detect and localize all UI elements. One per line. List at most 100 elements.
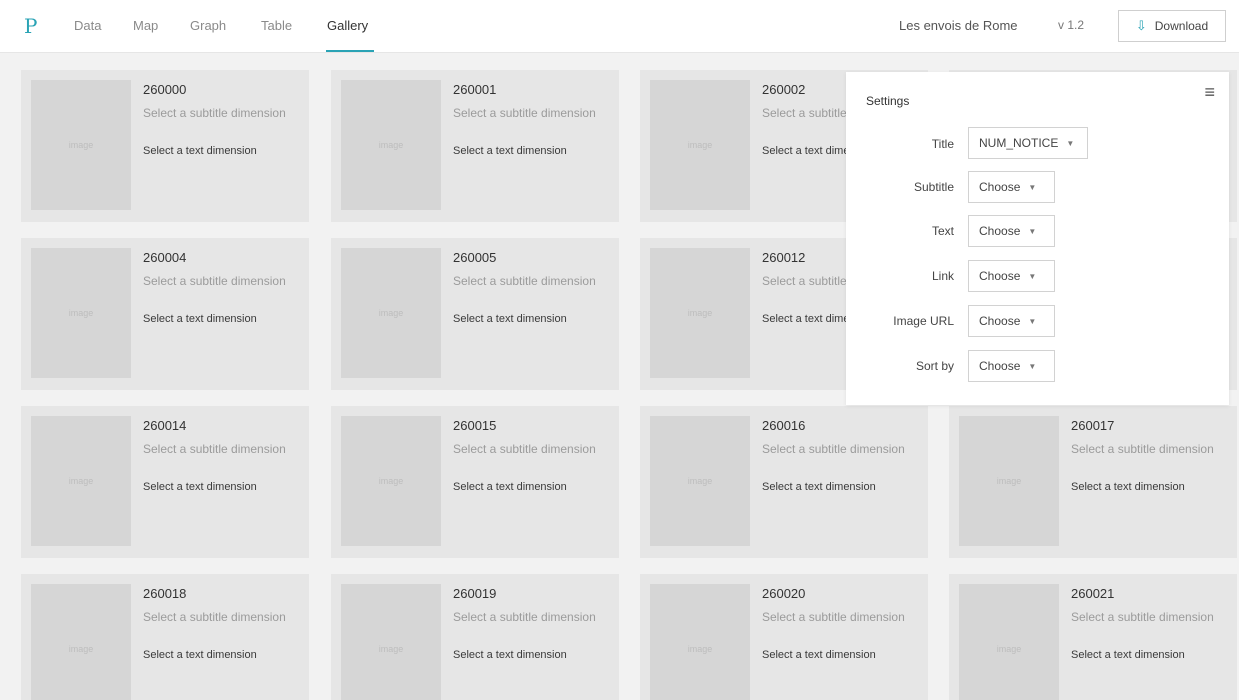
tab-data[interactable]: Data <box>74 18 101 33</box>
gallery-card[interactable]: image 260004 Select a subtitle dimension Se… <box>21 238 309 390</box>
card-title: 260014 <box>143 418 187 433</box>
text-select[interactable]: Choose ▼ <box>968 215 1055 247</box>
card-text: Select a text dimension <box>143 313 257 325</box>
card-subtitle: Select a subtitle dimension <box>1071 442 1214 456</box>
card-text: Select a text dimension <box>453 313 567 325</box>
card-text: Select a text dimension <box>143 649 257 661</box>
card-title: 260012 <box>762 250 806 265</box>
card-image-placeholder: image <box>959 584 1059 700</box>
download-label: Download <box>1154 19 1209 33</box>
card-image-placeholder: image <box>341 584 441 700</box>
card-text: Select a text dimension <box>453 649 567 661</box>
download-icon: ⇩ <box>1135 18 1147 33</box>
card-image-placeholder: image <box>650 584 750 700</box>
card-subtitle: Select a subtitle dimension <box>143 610 286 624</box>
card-image-placeholder: image <box>959 416 1059 546</box>
title-select-value: NUM_NOTICE <box>979 136 1059 150</box>
chevron-down-icon: ▼ <box>1028 316 1037 326</box>
gallery-card[interactable]: image 260001 Select a subtitle dimension Se… <box>331 70 619 222</box>
card-title: 260001 <box>453 82 497 97</box>
link-select[interactable]: Choose ▼ <box>968 260 1055 292</box>
card-image-placeholder: image <box>31 416 131 546</box>
card-image-placeholder: image <box>31 80 131 210</box>
card-title: 260005 <box>453 250 497 265</box>
chevron-down-icon: ▼ <box>1028 226 1037 236</box>
card-subtitle: Select a subtitle dimension <box>453 442 596 456</box>
card-title: 260019 <box>453 586 497 601</box>
card-text: Select a text dimension <box>143 481 257 493</box>
gallery-card[interactable]: image 260020 Select a subtitle dimension Se… <box>640 574 928 700</box>
card-subtitle: Select a subtitle dimension <box>143 106 286 120</box>
card-subtitle: Select a subtitle dimension <box>453 274 596 288</box>
text-setting-label: Text <box>931 224 954 238</box>
gallery-card[interactable]: image 260014 Select a subtitle dimension Se… <box>21 406 309 558</box>
card-subtitle: Select a subtitle dimension <box>143 442 286 456</box>
tab-graph[interactable]: Graph <box>190 18 226 33</box>
top-nav-bar: P Data Map Graph Table Gallery Les envoi… <box>0 0 1239 53</box>
card-image-placeholder: image <box>341 80 441 210</box>
link-select-value: Choose <box>979 269 1021 283</box>
subtitle-select-value: Choose <box>979 180 1021 194</box>
card-title: 260021 <box>1071 586 1115 601</box>
settings-title: Settings <box>866 94 910 108</box>
gallery-card[interactable]: image 260018 Select a subtitle dimension Se… <box>21 574 309 700</box>
card-text: Select a text dimension <box>453 481 567 493</box>
app-logo[interactable]: P <box>24 14 37 38</box>
card-title: 260000 <box>143 82 187 97</box>
gallery-card[interactable]: image 260016 Select a subtitle dimension Se… <box>640 406 928 558</box>
link-setting-label: Link <box>931 269 954 283</box>
card-text: Select a text dimension <box>762 481 876 493</box>
hamburger-menu-icon[interactable]: ≡ <box>1204 82 1215 103</box>
card-image-placeholder: image <box>31 248 131 378</box>
card-title: 260004 <box>143 250 187 265</box>
title-select[interactable]: NUM_NOTICE ▼ <box>968 127 1088 159</box>
active-tab-indicator <box>326 50 374 52</box>
project-name: Les envois de Rome <box>899 18 1018 33</box>
sort-by-select-value: Choose <box>979 359 1021 373</box>
title-setting-label: Title <box>931 137 954 151</box>
chevron-down-icon: ▼ <box>1028 182 1037 192</box>
gallery-card[interactable]: image 260019 Select a subtitle dimension Se… <box>331 574 619 700</box>
gallery-card[interactable]: image 260021 Select a subtitle dimension Se… <box>949 574 1237 700</box>
gallery-card[interactable]: image 260005 Select a subtitle dimension Se… <box>331 238 619 390</box>
card-subtitle: Select a subtitle dimension <box>143 274 286 288</box>
card-title: 260015 <box>453 418 497 433</box>
gallery-card[interactable]: image 260015 Select a subtitle dimension Se… <box>331 406 619 558</box>
image-url-setting-label: Image URL <box>893 314 954 328</box>
image-url-select[interactable]: Choose ▼ <box>968 305 1055 337</box>
card-text: Select a text dimension <box>143 145 257 157</box>
chevron-down-icon: ▼ <box>1028 271 1037 281</box>
card-image-placeholder: image <box>650 416 750 546</box>
card-image-placeholder: image <box>650 248 750 378</box>
card-image-placeholder: image <box>31 584 131 700</box>
card-subtitle: Select a subtitle dimension <box>762 610 905 624</box>
gallery-card[interactable]: image 260000 Select a subtitle dimension Se… <box>21 70 309 222</box>
card-title: 260016 <box>762 418 806 433</box>
text-select-value: Choose <box>979 224 1021 238</box>
card-subtitle: Select a subtitle dimension <box>453 106 596 120</box>
card-title: 260002 <box>762 82 806 97</box>
tab-gallery[interactable]: Gallery <box>327 18 368 33</box>
card-title: 260020 <box>762 586 806 601</box>
card-subtitle: Select a subtitle dimension <box>453 610 596 624</box>
version-label: v 1.2 <box>1058 18 1085 32</box>
download-button[interactable]: ⇩ Download <box>1118 10 1226 42</box>
subtitle-setting-label: Subtitle <box>913 180 954 194</box>
card-text: Select a text dimension <box>1071 649 1185 661</box>
card-image-placeholder: image <box>650 80 750 210</box>
card-text: Select a text dimension <box>1071 481 1185 493</box>
card-image-placeholder: image <box>341 416 441 546</box>
sort-by-select[interactable]: Choose ▼ <box>968 350 1055 382</box>
tab-map[interactable]: Map <box>133 18 158 33</box>
card-subtitle: Select a subtitle dimension <box>762 442 905 456</box>
tab-table[interactable]: Table <box>261 18 292 33</box>
card-image-placeholder: image <box>341 248 441 378</box>
image-url-select-value: Choose <box>979 314 1021 328</box>
card-subtitle: Select a subtitle dimension <box>1071 610 1214 624</box>
chevron-down-icon: ▼ <box>1028 361 1037 371</box>
card-title: 260018 <box>143 586 187 601</box>
gallery-card[interactable]: image 260017 Select a subtitle dimension Se… <box>949 406 1237 558</box>
chevron-down-icon: ▼ <box>1066 138 1075 148</box>
subtitle-select[interactable]: Choose ▼ <box>968 171 1055 203</box>
card-text: Select a text dimension <box>453 145 567 157</box>
